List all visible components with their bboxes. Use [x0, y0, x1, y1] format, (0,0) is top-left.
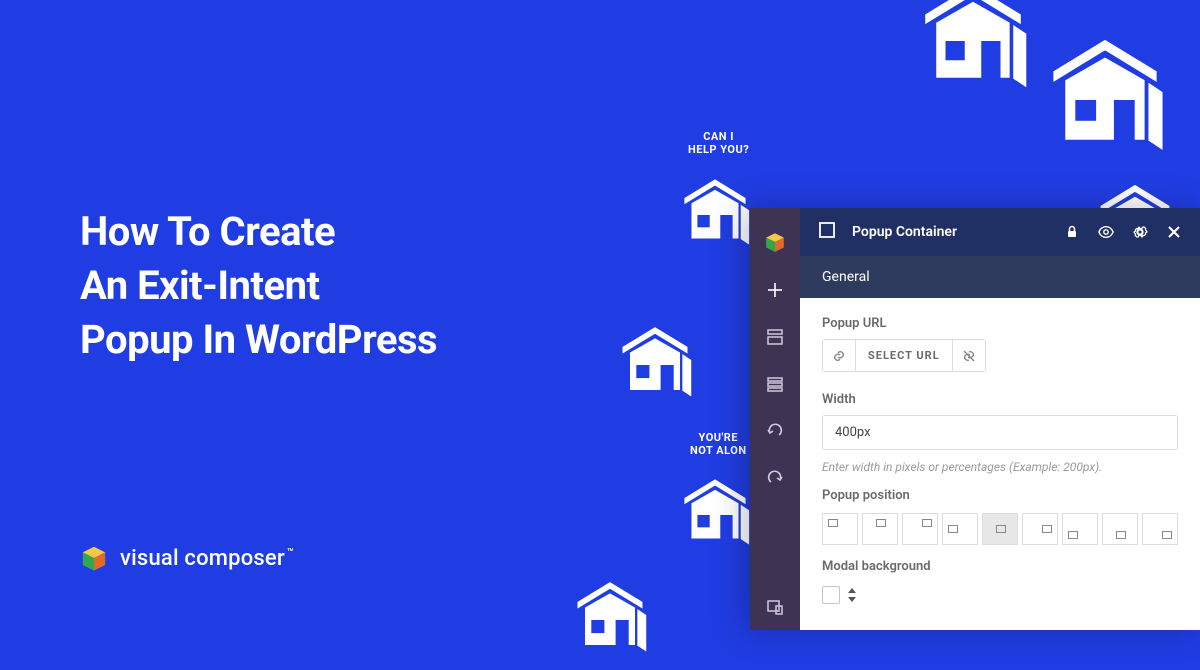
modal-bg-color-swatch[interactable] [822, 586, 840, 604]
panel-body: Popup URL SELECT URL Width Enter width i… [800, 298, 1200, 604]
position-top-center[interactable] [862, 513, 898, 545]
house-illustration [904, 0, 1042, 110]
template-button[interactable] [750, 313, 800, 360]
panel-main: Popup Container General Popup URL [800, 208, 1200, 630]
house-illustration [608, 318, 702, 412]
link-icon [823, 340, 856, 371]
house-illustration [563, 573, 657, 667]
redo-button[interactable] [750, 454, 800, 501]
popup-position-label: Popup position [822, 488, 1178, 503]
app-logo-icon[interactable] [750, 218, 800, 266]
position-bottom-center[interactable] [1102, 513, 1138, 545]
trademark: ™ [287, 546, 294, 559]
position-middle-center[interactable] [982, 513, 1018, 545]
position-top-right[interactable] [902, 513, 938, 545]
house-speech-1: CAN I HELP YOU? [688, 130, 749, 156]
house-speech-2: YOU'RE NOT ALON [690, 431, 747, 457]
tab-general[interactable]: General [800, 256, 1200, 298]
position-bottom-right[interactable] [1142, 513, 1178, 545]
lock-icon[interactable] [1064, 224, 1080, 240]
position-top-left[interactable] [822, 513, 858, 545]
position-bottom-left[interactable] [1062, 513, 1098, 545]
dropdown-arrows-icon[interactable] [848, 588, 856, 602]
width-input[interactable] [822, 415, 1178, 450]
brand-name: visual composer™ [120, 546, 294, 571]
brand-name-text: visual composer [120, 546, 285, 571]
title-line-2: An Exit-Intent [80, 262, 320, 309]
unlink-icon [953, 340, 985, 371]
close-icon[interactable] [1166, 224, 1182, 240]
width-helper-text: Enter width in pixels or percentages (Ex… [822, 460, 1178, 474]
popup-container-icon [818, 221, 836, 243]
position-selector [822, 513, 1178, 545]
modal-bg-label: Modal background [822, 559, 1178, 574]
editor-rail [750, 208, 800, 630]
position-middle-left[interactable] [942, 513, 978, 545]
house-illustration [671, 171, 759, 259]
tree-view-button[interactable] [750, 360, 800, 407]
select-url-control[interactable]: SELECT URL [822, 339, 986, 372]
brand-logo: visual composer™ [80, 544, 294, 572]
visibility-icon[interactable] [1098, 224, 1114, 240]
width-label: Width [822, 392, 1178, 407]
position-middle-right[interactable] [1022, 513, 1058, 545]
house-illustration [671, 471, 759, 559]
responsive-button[interactable] [750, 583, 800, 630]
title-line-1: How To Create [80, 208, 335, 255]
select-url-label: SELECT URL [856, 340, 953, 371]
gear-icon[interactable] [1132, 224, 1148, 240]
panel-title: Popup Container [852, 224, 1048, 240]
page-title: How To Create An Exit-Intent Popup In Wo… [80, 205, 437, 367]
editor-panel: Popup Container General Popup URL [750, 208, 1200, 630]
popup-url-label: Popup URL [822, 316, 1178, 331]
add-element-button[interactable] [750, 266, 800, 313]
house-illustration [1031, 26, 1180, 175]
cube-icon [80, 544, 108, 572]
title-line-3: Popup In WordPress [80, 316, 437, 363]
undo-button[interactable] [750, 407, 800, 454]
panel-header: Popup Container [800, 208, 1200, 256]
